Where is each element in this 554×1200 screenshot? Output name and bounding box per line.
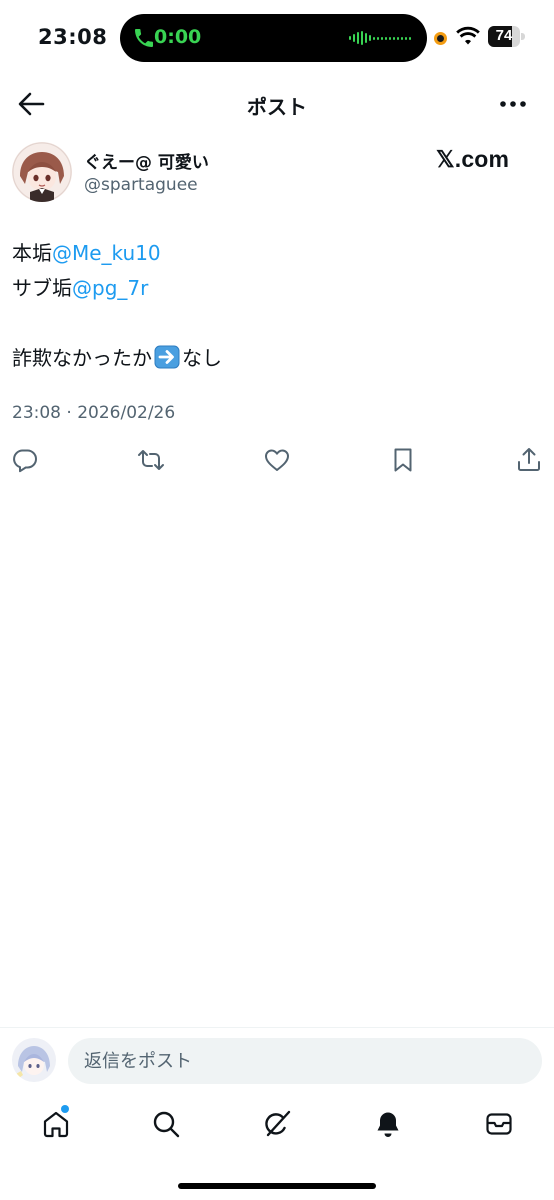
wifi-icon [456,26,480,45]
home-icon[interactable] [41,1109,71,1139]
grok-icon[interactable] [262,1109,292,1139]
reply-icon[interactable] [11,446,39,474]
reply-composer-bar [0,1027,554,1093]
phone-icon [135,29,153,47]
audio-wave-icon [349,31,411,45]
bottom-navigation [0,1093,554,1200]
post-timestamp[interactable]: 23:08 · 2026/02/26 [12,403,175,423]
dynamic-island-call[interactable]: 0:00 [120,14,427,62]
messages-icon[interactable] [484,1109,514,1139]
mention-link-main[interactable]: @Me_ku10 [52,241,161,265]
page-title: ポスト [247,95,307,119]
camera-indicator-icon [434,32,447,45]
call-duration: 0:00 [154,26,202,48]
search-icon[interactable] [151,1109,181,1139]
author-avatar[interactable] [12,142,72,202]
x-com-watermark: 𝕏.com [436,146,510,172]
post-line-blank [12,306,542,341]
right-arrow-emoji-icon [154,345,180,369]
home-unread-dot [61,1105,69,1113]
post-body: 本垢@Me_ku10 サブ垢@pg_7r 詐欺なかったか なし [12,236,542,376]
battery-level: 74 [495,27,513,44]
bookmark-icon[interactable] [389,446,417,474]
more-options-icon[interactable] [498,92,528,116]
sub-account-label: サブ垢 [12,276,72,300]
author-handle[interactable]: @spartaguee [84,175,198,195]
post-line-main-account: 本垢@Me_ku10 [12,236,542,271]
reply-input[interactable] [68,1038,542,1084]
share-icon[interactable] [515,446,543,474]
answer-text: なし [182,346,222,370]
home-indicator [178,1183,376,1189]
like-icon[interactable] [263,446,291,474]
battery-icon: 74 [488,26,526,47]
my-avatar[interactable] [12,1038,56,1082]
post-line-sub-account: サブ垢@pg_7r [12,271,542,306]
question-text: 詐欺なかったか [12,346,152,370]
post-line-question: 詐欺なかったか なし [12,341,542,376]
mention-link-sub[interactable]: @pg_7r [72,276,148,300]
main-account-label: 本垢 [12,241,52,265]
notifications-icon[interactable] [373,1109,403,1139]
status-time: 23:08 [38,25,108,49]
status-bar: 23:08 0:00 74 [0,0,554,76]
top-header: ポスト [0,76,554,132]
author-display-name[interactable]: ぐえー@ 可愛い [84,148,209,173]
repost-icon[interactable] [137,446,165,474]
